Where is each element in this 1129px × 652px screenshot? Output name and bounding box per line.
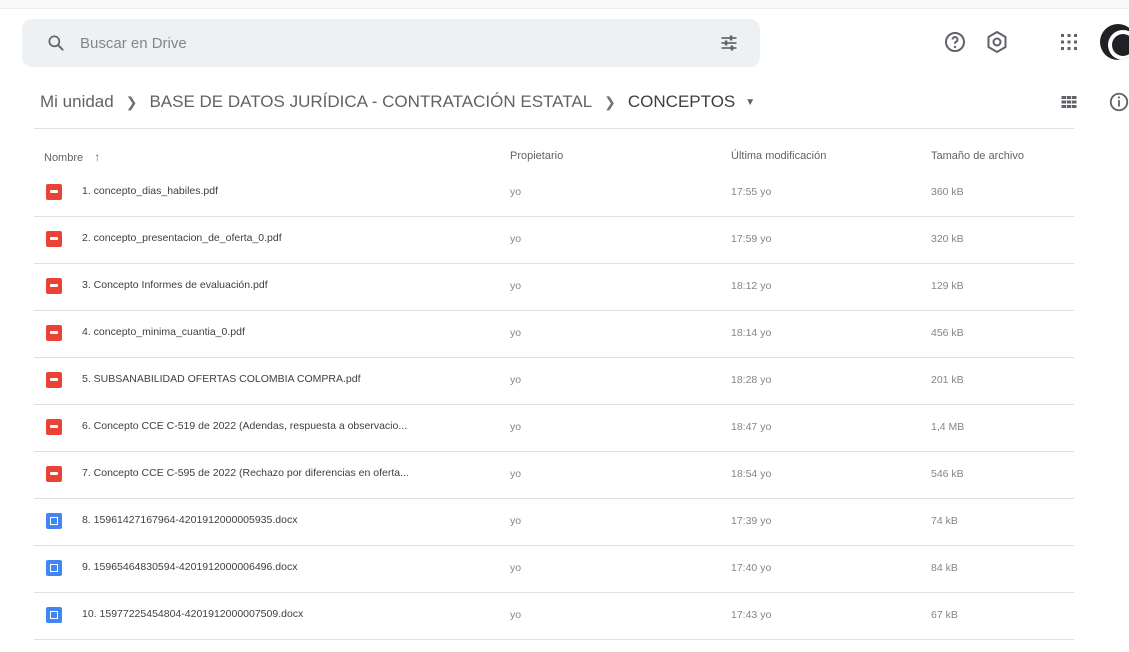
file-modified: 17:59 yo [731, 233, 772, 245]
file-name: 8. 15961427167964-4201912000005935.docx [82, 514, 298, 526]
file-modified: 18:47 yo [731, 421, 772, 433]
search-icon[interactable] [46, 33, 66, 53]
file-owner: yo [510, 280, 522, 292]
column-header-modified[interactable]: Última modificación [731, 150, 826, 162]
apps-grid-icon[interactable] [1057, 30, 1081, 54]
file-modified: 18:14 yo [731, 327, 772, 339]
file-owner: yo [510, 609, 522, 621]
column-header-size[interactable]: Tamaño de archivo [931, 150, 1024, 162]
file-name: 4. concepto_minima_cuantia_0.pdf [82, 326, 245, 338]
file-owner: yo [510, 327, 522, 339]
file-owner: yo [510, 186, 522, 198]
file-size: 456 kB [931, 327, 964, 339]
file-list: 1. concepto_dias_habiles.pdf yo 17:55 yo 36… [34, 170, 1074, 640]
file-row[interactable]: 5. SUBSANABILIDAD OFERTAS COLOMBIA COMPR… [34, 358, 1074, 405]
file-name: 3. Concepto Informes de evaluación.pdf [82, 279, 268, 291]
header-divider [34, 128, 1074, 129]
info-icon[interactable] [1108, 91, 1129, 113]
file-size: 1,4 MB [931, 421, 965, 433]
caret-down-icon[interactable]: ▼ [745, 97, 755, 108]
file-size: 201 kB [931, 374, 964, 386]
file-name: 1. concepto_dias_habiles.pdf [82, 185, 219, 197]
file-size: 360 kB [931, 186, 964, 198]
avatar-logo [1108, 30, 1129, 60]
file-size: 84 kB [931, 562, 958, 574]
docs-file-icon [46, 513, 62, 529]
file-modified: 17:55 yo [731, 186, 772, 198]
chevron-right-icon: ❯ [604, 93, 616, 110]
file-name: 7. Concepto CCE C-595 de 2022 (Rechazo p… [82, 467, 409, 479]
pdf-file-icon [46, 466, 62, 482]
breadcrumb-folder-conceptos[interactable]: CONCEPTOS [628, 92, 735, 112]
column-header-name-label: Nombre [44, 152, 84, 164]
file-size: 74 kB [931, 515, 958, 527]
column-header-owner[interactable]: Propietario [510, 150, 563, 162]
file-row[interactable]: 6. Concepto CCE C-519 de 2022 (Adendas, … [34, 405, 1074, 452]
file-name: 5. SUBSANABILIDAD OFERTAS COLOMBIA COMPR… [82, 373, 361, 385]
column-header-name[interactable]: Nombre ↑ [44, 150, 100, 164]
search-bar[interactable] [22, 19, 760, 67]
file-modified: 18:28 yo [731, 374, 772, 386]
table-header: Nombre ↑ Propietario Última modificación… [34, 140, 1074, 170]
file-size: 129 kB [931, 280, 964, 292]
file-size: 67 kB [931, 609, 958, 621]
file-owner: yo [510, 233, 522, 245]
arrow-up-icon[interactable]: ↑ [94, 150, 100, 164]
chevron-right-icon: ❯ [125, 93, 138, 110]
pdf-file-icon [46, 184, 62, 200]
pdf-file-icon [46, 325, 62, 341]
pdf-file-icon [46, 278, 62, 294]
breadcrumb: Mi unidad ❯ BASE DE DATOS JURÍDICA - CON… [40, 88, 755, 116]
file-row[interactable]: 7. Concepto CCE C-595 de 2022 (Rechazo p… [34, 452, 1074, 499]
file-name: 6. Concepto CCE C-519 de 2022 (Adendas, … [82, 420, 408, 432]
grid-view-icon[interactable] [1060, 93, 1078, 111]
file-name: 2. concepto_presentacion_de_oferta_0.pdf [82, 232, 282, 244]
breadcrumb-folder-base-de-datos[interactable]: BASE DE DATOS JURÍDICA - CONTRATACIÓN ES… [149, 92, 592, 112]
file-modified: 17:40 yo [731, 562, 772, 574]
help-icon[interactable] [943, 30, 967, 54]
file-row[interactable]: 10. 15977225454804-4201912000007509.docx… [34, 593, 1074, 640]
file-owner: yo [510, 515, 522, 527]
file-size: 546 kB [931, 468, 964, 480]
pdf-file-icon [46, 231, 62, 247]
file-name: 10. 15977225454804-4201912000007509.docx [82, 608, 304, 620]
file-row[interactable]: 8. 15961427167964-4201912000005935.docx y… [34, 499, 1074, 546]
file-owner: yo [510, 421, 522, 433]
search-options-icon[interactable] [719, 33, 739, 53]
window-top-edge [0, 0, 1129, 9]
settings-icon[interactable] [985, 30, 1009, 54]
file-row[interactable]: 4. concepto_minima_cuantia_0.pdf yo 18:14 … [34, 311, 1074, 358]
file-name: 9. 15965464830594-4201912000006496.docx [82, 561, 298, 573]
account-avatar[interactable] [1100, 24, 1129, 60]
file-row[interactable]: 1. concepto_dias_habiles.pdf yo 17:55 yo 36… [34, 170, 1074, 217]
docs-file-icon [46, 560, 62, 576]
breadcrumb-my-drive[interactable]: Mi unidad [40, 92, 114, 112]
file-row[interactable]: 3. Concepto Informes de evaluación.pdf yo… [34, 264, 1074, 311]
pdf-file-icon [46, 419, 62, 435]
file-modified: 18:54 yo [731, 468, 772, 480]
file-modified: 17:39 yo [731, 515, 772, 527]
pdf-file-icon [46, 372, 62, 388]
file-owner: yo [510, 374, 522, 386]
docs-file-icon [46, 607, 62, 623]
file-row[interactable]: 9. 15965464830594-4201912000006496.docx y… [34, 546, 1074, 593]
file-owner: yo [510, 562, 522, 574]
file-row[interactable]: 2. concepto_presentacion_de_oferta_0.pdf… [34, 217, 1074, 264]
file-modified: 17:43 yo [731, 609, 772, 621]
file-modified: 18:12 yo [731, 280, 772, 292]
search-input[interactable] [78, 33, 682, 53]
file-size: 320 kB [931, 233, 964, 245]
file-owner: yo [510, 468, 522, 480]
